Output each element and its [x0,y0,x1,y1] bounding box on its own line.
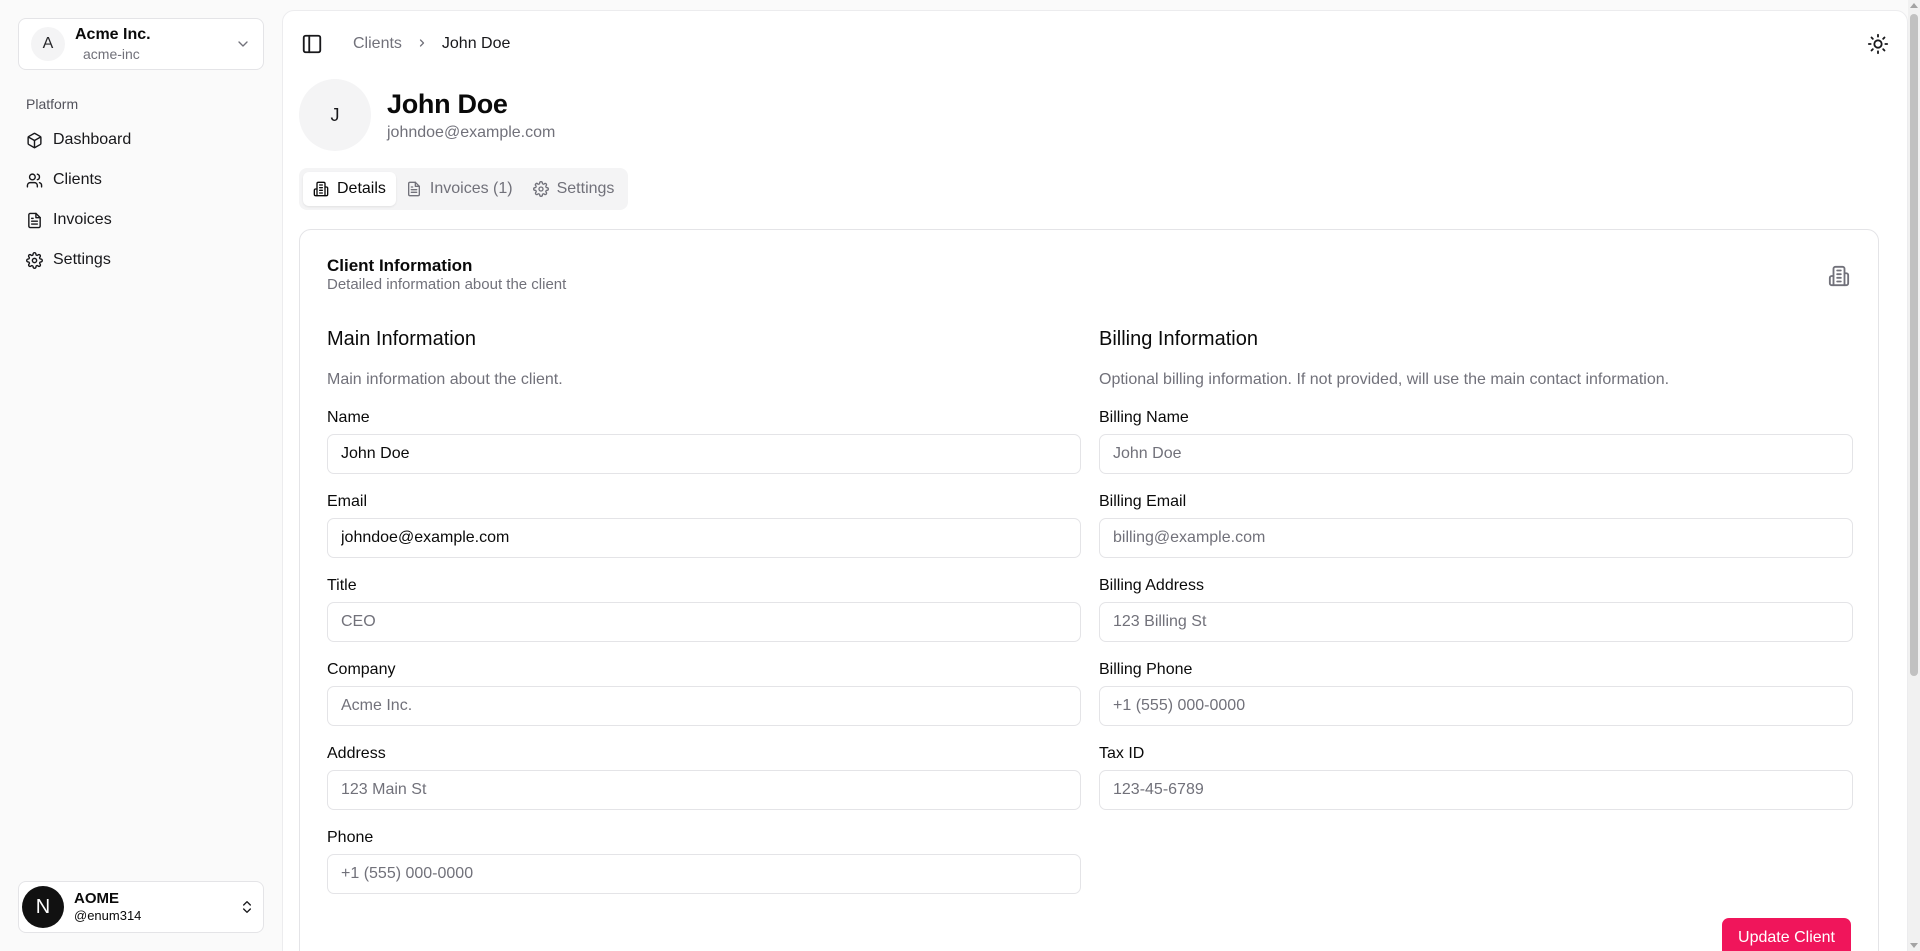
section-description: Optional billing information. If not pro… [1099,371,1670,388]
billing-email-input[interactable] [1099,518,1853,558]
file-text-icon [28,212,41,228]
breadcrumb-current: John Doe [441,35,511,52]
field-label: Company [327,661,396,678]
tab-label: Invoices (1) [429,180,513,197]
file-text-icon [407,181,420,197]
field-billing-address: Billing Address [1099,576,1853,642]
field-label: Tax ID [1099,745,1145,762]
field-phone: Phone [327,828,1081,894]
chevrons-up-down-icon [243,901,251,913]
field-company: Company [327,660,1081,726]
update-client-button[interactable]: Update Client [1722,918,1851,951]
team-switcher[interactable]: A Acme Inc. acme-inc [18,18,264,70]
chevron-right-icon [416,36,428,52]
avatar: N [22,886,64,928]
field-label: Billing Name [1099,409,1189,426]
sun-icon[interactable] [1867,33,1889,55]
box-icon [27,132,42,148]
breadcrumb: Clients John Doe [353,35,510,53]
field-tax-id: Tax ID [1099,744,1853,810]
title-input[interactable] [327,602,1081,642]
field-email: Email [327,492,1081,558]
field-label: Address [327,745,386,762]
building-icon [1828,265,1850,287]
field-label: Phone [327,829,374,846]
tax-id-input[interactable] [1099,770,1853,810]
team-text: Acme Inc. acme-inc [75,25,235,63]
team-name: Acme Inc. [75,26,151,43]
sidebar-group-label: Platform [26,96,79,112]
client-email: johndoe@example.com [387,124,556,141]
address-input[interactable] [327,770,1081,810]
gear-icon [532,181,549,197]
user-text: AOME @enum314 [74,890,239,924]
field-label: Billing Address [1099,577,1204,594]
email-input[interactable] [327,518,1081,558]
field-label: Email [327,493,368,510]
sidebar-item-dashboard[interactable]: Dashboard [18,120,264,160]
field-billing-name: Billing Name [1099,408,1853,474]
user-name: AOME [74,890,119,907]
field-address: Address [327,744,1081,810]
section-title: Main Information [327,328,476,350]
team-avatar: A [31,27,65,61]
sidebar-item-settings[interactable]: Settings [18,240,264,280]
scroll-up-icon[interactable] [1910,3,1918,8]
client-avatar: J [299,79,371,151]
user-handle: @enum314 [74,908,142,923]
tab-list: Details Invoices (1) Settings [299,168,629,210]
scroll-thumb[interactable] [1910,14,1918,676]
field-name: Name [327,408,1081,474]
main-information-section: Main Information Main information about … [327,326,1081,894]
company-input[interactable] [327,686,1081,726]
billing-information-section: Billing Information Optional billing inf… [1099,326,1853,810]
sidebar: A Acme Inc. acme-inc Platform Dashboard … [0,0,280,951]
section-title: Billing Information [1099,328,1258,350]
user-menu[interactable]: N AOME @enum314 [18,881,264,933]
gear-icon [26,251,43,269]
field-label: Billing Email [1099,493,1187,510]
sidebar-item-label: Clients [53,171,102,188]
tab-details[interactable]: Details [303,172,396,206]
team-slug: acme-inc [83,46,140,62]
phone-input[interactable] [327,854,1081,894]
breadcrumb-clients-link[interactable]: Clients [353,35,402,53]
billing-phone-input[interactable] [1099,686,1853,726]
scroll-down-icon[interactable] [1910,943,1918,948]
chevron-down-icon [238,41,248,47]
field-billing-phone: Billing Phone [1099,660,1853,726]
tab-settings[interactable]: Settings [523,172,625,206]
page-title: John Doe [387,89,508,119]
field-label: Title [327,577,357,594]
name-input[interactable] [327,434,1081,474]
sidebar-nav: Dashboard Clients Invoices Settings [18,120,264,280]
sidebar-item-label: Invoices [53,211,112,228]
field-label: Name [327,409,370,426]
sidebar-item-label: Settings [53,251,111,268]
section-description: Main information about the client. [327,371,563,388]
card-title: Client Information [327,256,473,275]
billing-name-input[interactable] [1099,434,1853,474]
sidebar-item-clients[interactable]: Clients [18,160,264,200]
sidebar-toggle-icon[interactable] [301,33,323,55]
building-icon [313,181,329,197]
field-billing-email: Billing Email [1099,492,1853,558]
field-label: Billing Phone [1099,661,1193,678]
tab-label: Settings [556,180,615,197]
field-title: Title [327,576,1081,642]
sidebar-item-invoices[interactable]: Invoices [18,200,264,240]
tab-invoices[interactable]: Invoices (1) [396,172,523,206]
users-icon [26,172,43,188]
tab-label: Details [337,180,386,197]
billing-address-input[interactable] [1099,602,1853,642]
main-content: Clients John Doe J John Doe johndoe@exam… [282,10,1908,951]
sidebar-item-label: Dashboard [53,131,132,148]
page-scrollbar[interactable] [1908,0,1920,951]
client-information-card: Client Information Detailed information … [299,229,1879,951]
card-description: Detailed information about the client [327,276,567,293]
